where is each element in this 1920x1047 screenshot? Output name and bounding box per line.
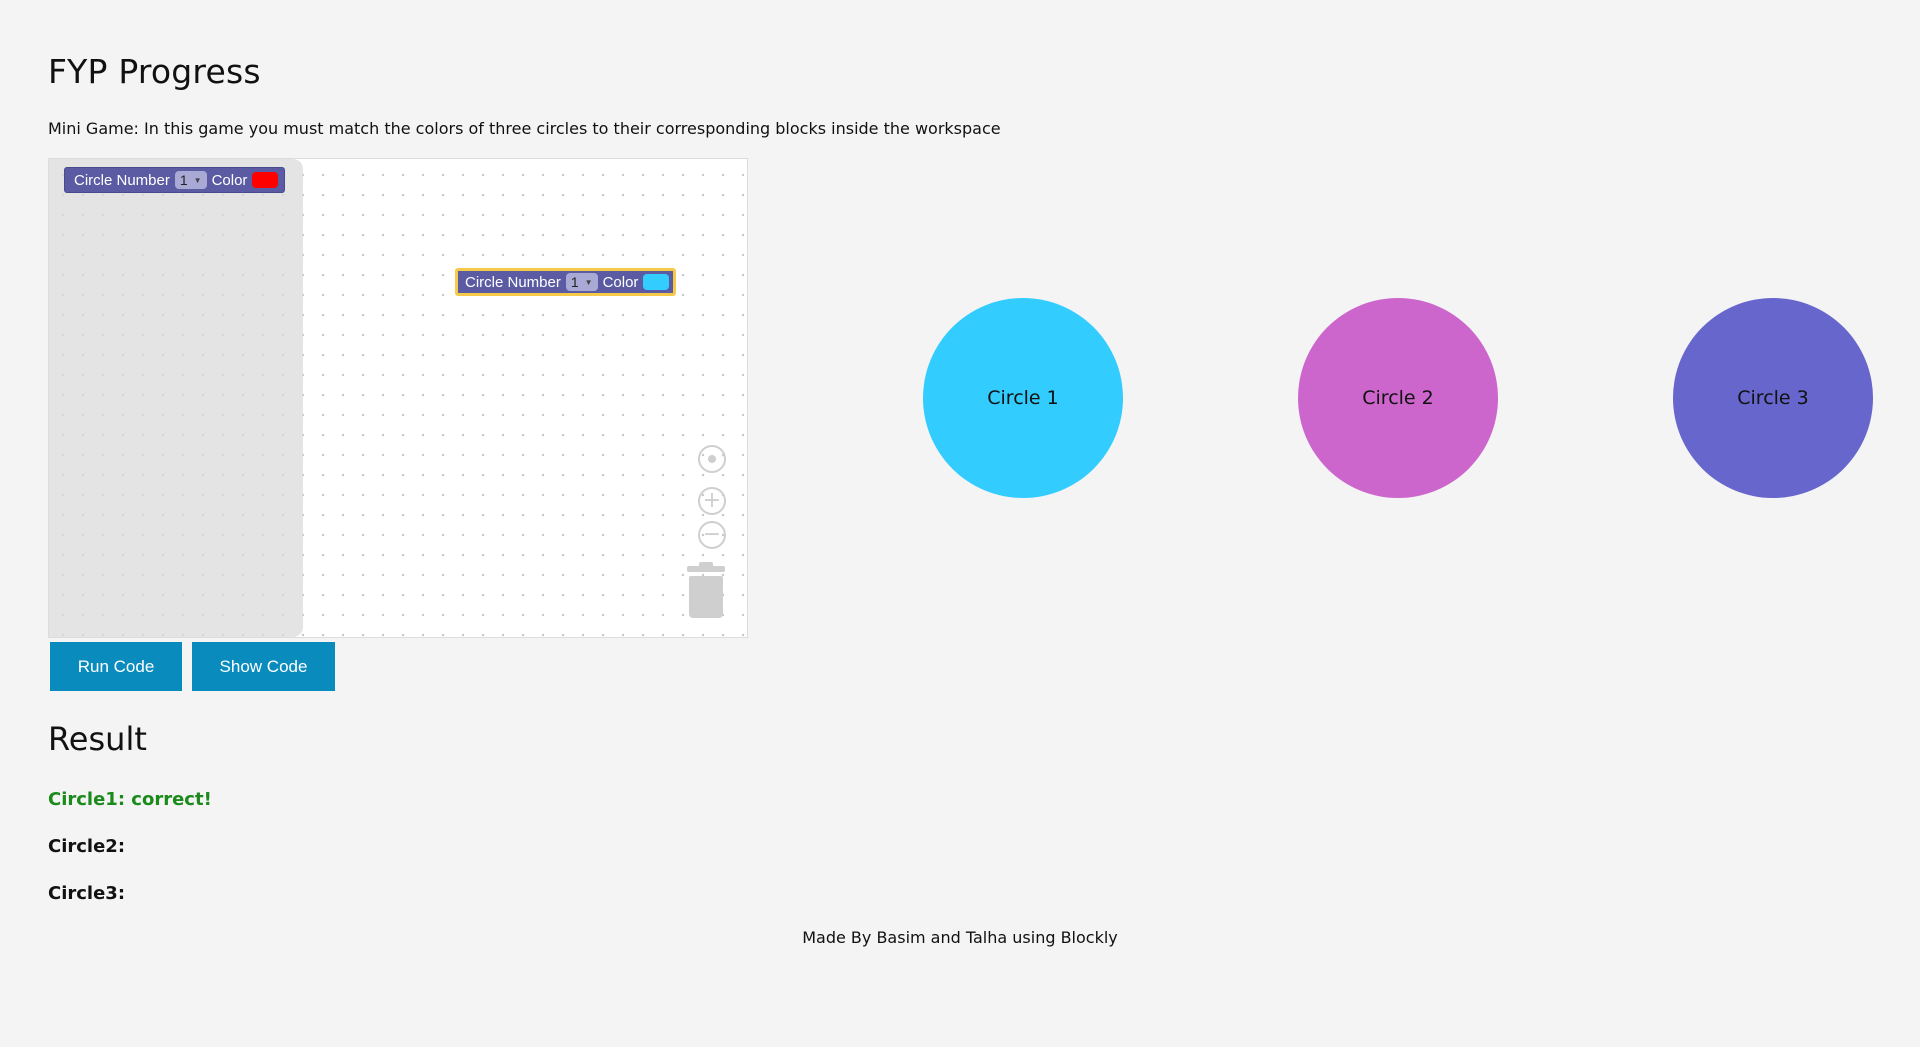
circle3-result: Circle3: — [48, 883, 126, 904]
chevron-down-icon: ▼ — [193, 175, 202, 185]
circle-label: Circle 3 — [1737, 387, 1809, 409]
circle-number-dropdown[interactable]: 1 ▼ — [565, 273, 598, 291]
workspace-circle-block[interactable]: Circle Number 1 ▼ Color — [455, 268, 677, 296]
circle2-result: Circle2: — [48, 836, 126, 857]
toolbox-circle-block[interactable]: Circle Number 1 ▼ Color — [64, 167, 286, 193]
circle-label: Circle 2 — [1362, 387, 1434, 409]
zoom-in-icon[interactable]: + — [698, 487, 726, 515]
show-code-button[interactable]: Show Code — [192, 642, 335, 691]
zoom-out-symbol: − — [702, 522, 722, 547]
page-title: FYP Progress — [48, 52, 261, 91]
footer-credit: Made By Basim and Talha using Blockly — [802, 928, 1118, 947]
block-color-label: Color — [211, 171, 248, 189]
circle-number-dropdown[interactable]: 1 ▼ — [174, 171, 207, 189]
circle-1: Circle 1 — [923, 298, 1123, 498]
blockly-workspace[interactable]: Circle Number 1 ▼ Color Circle Number 1 … — [48, 158, 748, 638]
blockly-flyout: Circle Number 1 ▼ Color — [49, 159, 303, 637]
circle1-result: Circle1: correct! — [48, 789, 212, 810]
circle-2: Circle 2 — [1298, 298, 1498, 498]
color-swatch[interactable] — [643, 274, 670, 290]
block-label: Circle Number — [465, 273, 561, 291]
circle-label: Circle 1 — [987, 387, 1059, 409]
color-swatch[interactable] — [252, 172, 279, 188]
zoom-out-icon[interactable]: − — [698, 521, 726, 549]
block-label: Circle Number — [74, 171, 170, 189]
dropdown-value: 1 — [570, 274, 579, 290]
recenter-icon[interactable] — [698, 445, 726, 473]
result-heading: Result — [48, 720, 147, 758]
block-color-label: Color — [602, 273, 639, 291]
zoom-in-symbol: + — [702, 488, 722, 513]
chevron-down-icon: ▼ — [584, 277, 593, 287]
game-description: Mini Game: In this game you must match t… — [48, 119, 1001, 138]
circle-3: Circle 3 — [1673, 298, 1873, 498]
run-code-button[interactable]: Run Code — [50, 642, 182, 691]
trash-icon[interactable] — [687, 562, 725, 620]
dropdown-value: 1 — [179, 172, 188, 188]
